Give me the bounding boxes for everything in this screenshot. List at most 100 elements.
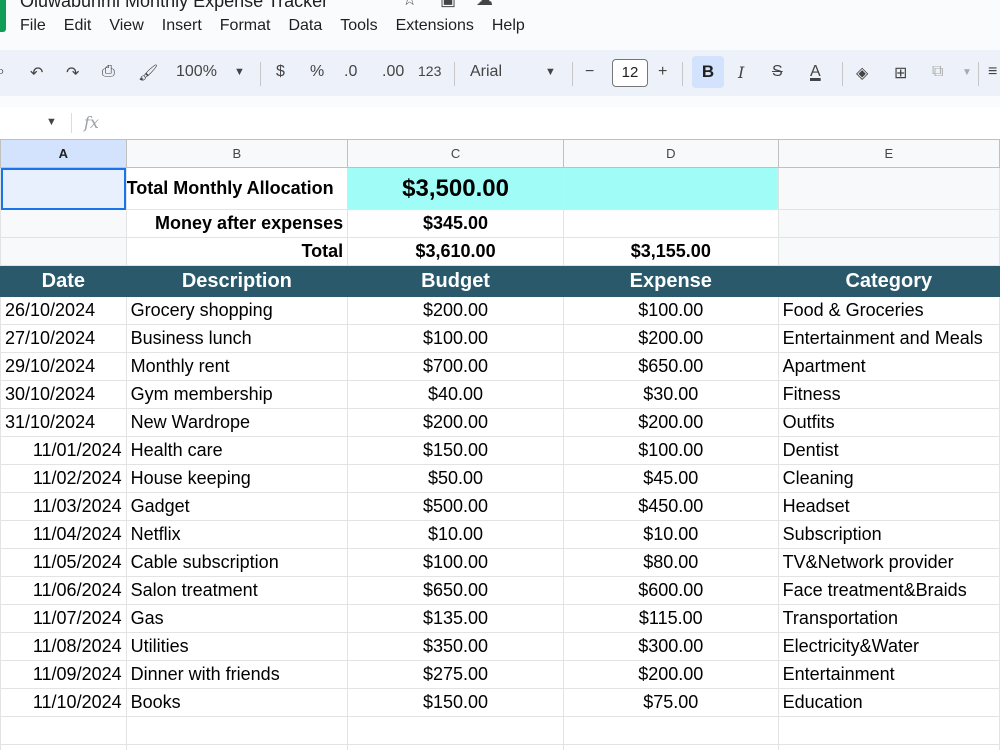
- cell-date[interactable]: 11/05/2024: [0, 548, 127, 577]
- cell-date[interactable]: 26/10/2024: [0, 296, 127, 325]
- cell-date[interactable]: 11/04/2024: [0, 520, 127, 549]
- cell-description[interactable]: Business lunch: [125, 324, 349, 353]
- allocation-value[interactable]: $3,500.00: [347, 167, 564, 210]
- cell-expense[interactable]: $75.00: [562, 688, 779, 717]
- empty-cell[interactable]: [562, 209, 779, 238]
- empty-cell[interactable]: [777, 237, 1000, 266]
- column-header-c[interactable]: C: [347, 139, 564, 168]
- empty-cell[interactable]: [0, 716, 127, 745]
- after-expenses-value[interactable]: $345.00: [347, 209, 564, 238]
- cell-budget[interactable]: $150.00: [347, 436, 564, 465]
- cell-budget[interactable]: $150.00: [347, 688, 564, 717]
- font-chevron-down-icon[interactable]: ▼: [545, 66, 556, 78]
- cell-budget[interactable]: $10.00: [347, 520, 564, 549]
- cell-date[interactable]: 11/01/2024: [0, 436, 127, 465]
- allocation-fill-cell[interactable]: [562, 167, 779, 210]
- undo-icon[interactable]: ↶: [30, 63, 43, 83]
- cell-expense[interactable]: $100.00: [562, 296, 779, 325]
- cell-budget[interactable]: $100.00: [347, 548, 564, 577]
- document-title[interactable]: Oluwabunmi Monthly Expense Tracker: [20, 0, 328, 12]
- cell-description[interactable]: New Wardrope: [125, 408, 349, 437]
- cell-category[interactable]: Outfits: [777, 408, 1000, 437]
- cell-budget[interactable]: $200.00: [347, 408, 564, 437]
- cell-description[interactable]: Gadget: [125, 492, 349, 521]
- column-header-d[interactable]: D: [562, 139, 779, 168]
- cell-date[interactable]: 11/08/2024: [0, 632, 127, 661]
- spreadsheet-grid[interactable]: A B C D E Total Monthly Allocation $3,50…: [0, 139, 1000, 750]
- search-menus-icon[interactable]: ⌕: [0, 63, 5, 81]
- empty-cell[interactable]: [125, 716, 349, 745]
- cell-category[interactable]: TV&Network provider: [777, 548, 1000, 577]
- cell-expense[interactable]: $45.00: [562, 464, 779, 493]
- format-percent-button[interactable]: %: [310, 63, 324, 81]
- cell-expense[interactable]: $80.00: [562, 548, 779, 577]
- strikethrough-icon[interactable]: S: [772, 63, 783, 81]
- column-header-b[interactable]: B: [125, 139, 349, 168]
- name-box-chevron-down-icon[interactable]: ▼: [46, 116, 57, 128]
- cell-description[interactable]: Grocery shopping: [125, 296, 349, 325]
- cell-category[interactable]: Food & Groceries: [777, 296, 1000, 325]
- cell-category[interactable]: Subscription: [777, 520, 1000, 549]
- cell-description[interactable]: Gym membership: [125, 380, 349, 409]
- cell-description[interactable]: Health care: [125, 436, 349, 465]
- selected-cell-a[interactable]: [0, 167, 127, 210]
- allocation-label[interactable]: Total Monthly Allocation: [125, 167, 349, 210]
- cell-category[interactable]: Headset: [777, 492, 1000, 521]
- cell-category[interactable]: Apartment: [777, 352, 1000, 381]
- cell-budget[interactable]: $200.00: [347, 296, 564, 325]
- cloud-status-icon[interactable]: ☁: [476, 0, 493, 10]
- cell-expense[interactable]: $650.00: [562, 352, 779, 381]
- empty-cell[interactable]: [562, 744, 779, 750]
- decrease-decimal-button[interactable]: .0: [344, 63, 357, 81]
- zoom-chevron-down-icon[interactable]: ▼: [234, 66, 245, 78]
- cell-expense[interactable]: $10.00: [562, 520, 779, 549]
- cell-description[interactable]: Cable subscription: [125, 548, 349, 577]
- cell-description[interactable]: Dinner with friends: [125, 660, 349, 689]
- cell-description[interactable]: House keeping: [125, 464, 349, 493]
- header-category[interactable]: Category: [777, 265, 1000, 297]
- cell-category[interactable]: Cleaning: [777, 464, 1000, 493]
- cell-date[interactable]: 11/09/2024: [0, 660, 127, 689]
- cell-budget[interactable]: $700.00: [347, 352, 564, 381]
- font-family-select[interactable]: Arial: [470, 63, 502, 81]
- empty-cell[interactable]: [562, 716, 779, 745]
- menu-view[interactable]: View: [109, 17, 143, 35]
- cell-category[interactable]: Education: [777, 688, 1000, 717]
- empty-cell[interactable]: [777, 716, 1000, 745]
- cell-expense[interactable]: $115.00: [562, 604, 779, 633]
- align-icon[interactable]: ≡: [988, 63, 997, 81]
- cell-category[interactable]: Electricity&Water: [777, 632, 1000, 661]
- empty-cell[interactable]: [777, 167, 1000, 210]
- menu-tools[interactable]: Tools: [340, 17, 377, 35]
- cell-description[interactable]: Books: [125, 688, 349, 717]
- cell-date[interactable]: 31/10/2024: [0, 408, 127, 437]
- total-expense-value[interactable]: $3,155.00: [562, 237, 779, 266]
- cell-date[interactable]: 11/03/2024: [0, 492, 127, 521]
- cell-budget[interactable]: $100.00: [347, 324, 564, 353]
- header-expense[interactable]: Expense: [562, 265, 779, 297]
- increase-decimal-button[interactable]: .00: [382, 63, 404, 81]
- empty-cell[interactable]: [0, 744, 127, 750]
- print-icon[interactable]: ⎙: [102, 63, 115, 81]
- cell-category[interactable]: Dentist: [777, 436, 1000, 465]
- menu-extensions[interactable]: Extensions: [396, 17, 474, 35]
- text-color-button[interactable]: A: [810, 63, 821, 81]
- empty-cell[interactable]: [777, 209, 1000, 238]
- italic-button[interactable]: I: [738, 63, 744, 82]
- cell-expense[interactable]: $450.00: [562, 492, 779, 521]
- decrease-font-size-button[interactable]: −: [585, 63, 594, 81]
- column-header-e[interactable]: E: [777, 139, 1000, 168]
- menu-edit[interactable]: Edit: [64, 17, 92, 35]
- cell-budget[interactable]: $50.00: [347, 464, 564, 493]
- cell-date[interactable]: 11/07/2024: [0, 604, 127, 633]
- cell-expense[interactable]: $200.00: [562, 324, 779, 353]
- cell-expense[interactable]: $200.00: [562, 660, 779, 689]
- cell-description[interactable]: Netflix: [125, 520, 349, 549]
- empty-cell[interactable]: [347, 716, 564, 745]
- column-header-a[interactable]: A: [0, 139, 127, 168]
- move-folder-icon[interactable]: ▣: [440, 0, 456, 10]
- total-label[interactable]: Total: [125, 237, 349, 266]
- fill-color-icon[interactable]: ◈: [856, 63, 868, 83]
- merge-cells-icon[interactable]: ⧉: [932, 63, 943, 81]
- cell-budget[interactable]: $135.00: [347, 604, 564, 633]
